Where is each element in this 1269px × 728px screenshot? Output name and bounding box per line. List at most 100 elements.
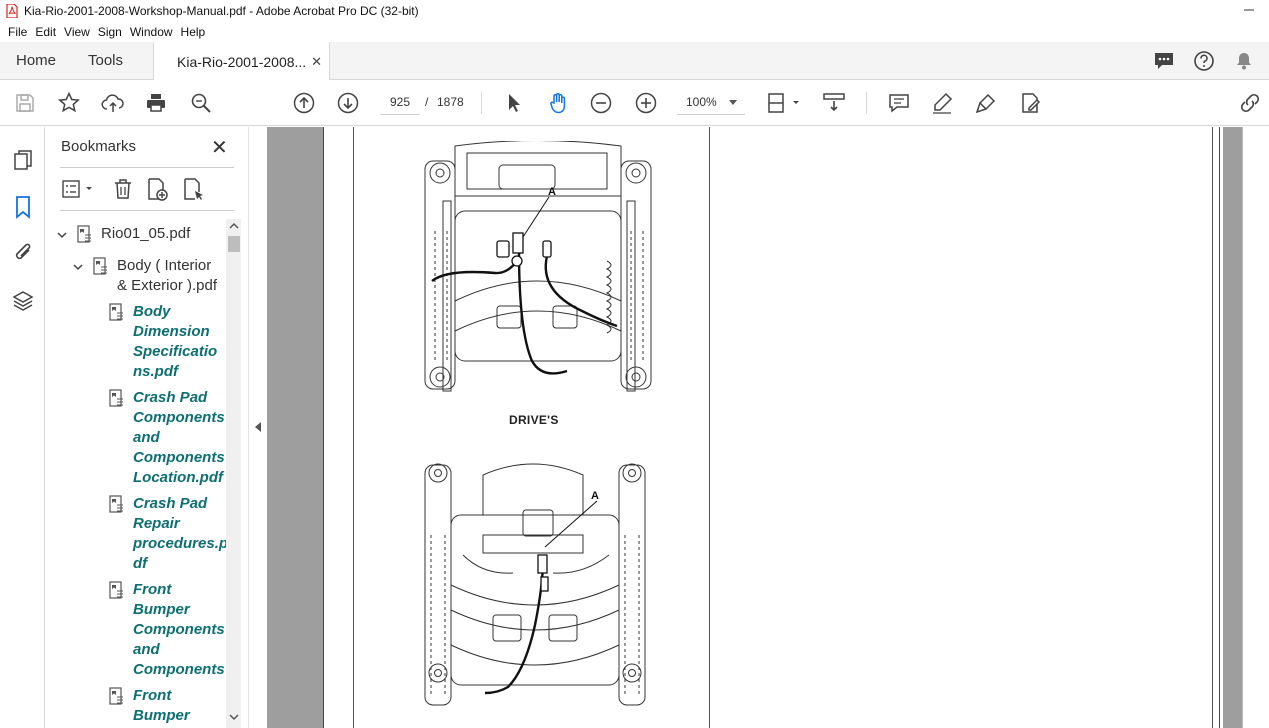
- menu-edit[interactable]: Edit: [31, 25, 60, 39]
- bookmark-node-icon: [109, 303, 123, 321]
- bookmarks-icon[interactable]: [11, 195, 35, 219]
- page-fit-icon[interactable]: [766, 91, 802, 115]
- bookmark-item-body[interactable]: Body ( Interior & Exterior ).pdf: [117, 256, 217, 296]
- zoom-search-icon[interactable]: [189, 91, 213, 115]
- bookmark-line: Crash Pad: [133, 495, 208, 512]
- layers-icon[interactable]: [11, 289, 35, 313]
- next-page-edge: [1242, 127, 1269, 728]
- bookmark-item-body-line2: & Exterior ).pdf: [117, 277, 218, 294]
- bookmark-item-front-bumper[interactable]: Front Bumper: [133, 686, 190, 726]
- notification-bell-icon[interactable]: [1233, 50, 1255, 72]
- page-border: [1219, 127, 1220, 728]
- delete-trash-icon[interactable]: [111, 177, 135, 201]
- menu-help[interactable]: Help: [177, 25, 210, 39]
- menu-sign[interactable]: Sign: [94, 25, 126, 39]
- table-rule: [709, 127, 710, 728]
- figure-caption: DRIVE'S: [509, 413, 559, 427]
- bookmark-node-icon: [109, 687, 123, 705]
- scroll-mode-icon[interactable]: [822, 91, 846, 115]
- scroll-up-arrow-icon[interactable]: [229, 221, 239, 231]
- bookmark-item-rio01[interactable]: Rio01_05.pdf: [101, 224, 190, 244]
- next-page-icon[interactable]: [336, 91, 360, 115]
- bookmark-node-icon: [109, 581, 123, 599]
- seat-frame-diagram-driver: A: [424, 141, 652, 392]
- page-number-input[interactable]: 925: [380, 90, 420, 115]
- acrobat-logo-icon: [6, 4, 18, 18]
- table-rule: [353, 127, 354, 728]
- bookmark-line: and: [133, 429, 160, 446]
- figure-callout-label: A: [548, 186, 556, 198]
- close-panel-icon[interactable]: ✕: [211, 135, 228, 160]
- menu-view[interactable]: View: [60, 25, 94, 39]
- chevron-down-icon[interactable]: [57, 230, 67, 240]
- hand-tool-icon[interactable]: [546, 91, 570, 115]
- bookmark-item-crash-pad-repair[interactable]: Crash Pad Repair procedures.p df: [133, 494, 228, 574]
- bookmark-item-body-dimension[interactable]: Body Dimension Specificatio ns.pdf: [133, 302, 217, 382]
- bookmark-options-icon[interactable]: [61, 177, 95, 201]
- tab-home[interactable]: Home: [16, 42, 56, 80]
- minimize-icon[interactable]: [1243, 4, 1255, 16]
- bookmark-line: and: [133, 641, 160, 658]
- page-thumbnails-icon[interactable]: [11, 148, 35, 172]
- zoom-in-icon[interactable]: [634, 91, 658, 115]
- comment-bubble-icon[interactable]: [1153, 50, 1175, 72]
- new-bookmark-icon[interactable]: [145, 177, 169, 201]
- select-cursor-icon[interactable]: [502, 91, 526, 115]
- upload-cloud-icon[interactable]: [101, 91, 125, 115]
- figure-callout-label: A: [591, 490, 599, 502]
- bookmark-line: Components: [133, 661, 225, 678]
- tab-tools[interactable]: Tools: [88, 42, 123, 80]
- zoom-out-icon[interactable]: [589, 91, 613, 115]
- bookmark-item-crash-pad-components[interactable]: Crash Pad Components and Components Loca…: [133, 388, 225, 488]
- chevron-down-icon: [729, 100, 737, 105]
- tabbar-right-icons: [1153, 50, 1255, 72]
- page-separator: /: [425, 95, 429, 109]
- zoom-level-value: 100%: [686, 95, 717, 109]
- document-viewport[interactable]: A DRIVE'S A: [267, 127, 1269, 728]
- bookmark-item-front-bumper-components[interactable]: Front Bumper Components and Components: [133, 580, 225, 680]
- tab-document[interactable]: Kia-Rio-2001-2008... ✕: [153, 42, 330, 81]
- bookmarks-panel: Bookmarks ✕ Rio01_05.pdf Body (Interior…: [45, 127, 248, 728]
- bookmark-line: Dimension: [133, 323, 210, 340]
- bookmarks-scrollbar[interactable]: [226, 219, 241, 728]
- menu-file[interactable]: File: [4, 25, 31, 39]
- panel-title: Bookmarks: [61, 138, 137, 155]
- sign-pen-icon[interactable]: [974, 91, 998, 115]
- bookmark-line: Components: [133, 621, 225, 638]
- bookmark-line: Components: [133, 449, 225, 466]
- bookmark-item-body-line1: Body ( Interior: [117, 257, 212, 274]
- bookmark-node-icon: [109, 495, 123, 513]
- edit-document-icon[interactable]: [1018, 91, 1042, 115]
- chevron-down-icon[interactable]: [73, 262, 83, 272]
- title-bar: Kia-Rio-2001-2008-Workshop-Manual.pdf - …: [0, 0, 1269, 22]
- bookmark-line: Bumper: [133, 707, 190, 724]
- bookmark-line: Location.pdf: [133, 469, 223, 486]
- bookmark-search-icon[interactable]: [181, 177, 205, 201]
- attachments-paperclip-icon[interactable]: [11, 241, 35, 265]
- bookmark-node-icon: [93, 257, 107, 275]
- pdf-page: A DRIVE'S A: [323, 127, 1223, 728]
- panel-divider: [60, 167, 234, 168]
- previous-page-icon[interactable]: [292, 91, 316, 115]
- print-icon[interactable]: [144, 91, 168, 115]
- zoom-level-dropdown[interactable]: 100%: [677, 90, 745, 115]
- highlight-pen-icon[interactable]: [930, 91, 954, 115]
- menu-window[interactable]: Window: [126, 25, 177, 39]
- bookmark-line: Front: [133, 581, 172, 598]
- bookmark-line: Crash Pad: [133, 389, 208, 406]
- scroll-down-arrow-icon[interactable]: [229, 712, 239, 722]
- document-gutter: [1225, 127, 1242, 728]
- toolbar-divider: [481, 92, 482, 114]
- scrollbar-thumb[interactable]: [228, 236, 240, 252]
- bookmark-line: procedures.p: [133, 535, 228, 552]
- bookmark-star-icon[interactable]: [57, 91, 81, 115]
- bookmark-line: Body: [133, 303, 171, 320]
- comment-icon[interactable]: [887, 91, 911, 115]
- help-icon[interactable]: [1193, 50, 1215, 72]
- collapse-panel-arrow-icon[interactable]: [255, 422, 261, 432]
- tab-bar: Home Tools Kia-Rio-2001-2008... ✕: [0, 42, 1269, 81]
- save-icon[interactable]: [13, 91, 37, 115]
- share-link-icon[interactable]: [1238, 91, 1262, 115]
- close-tab-icon[interactable]: ✕: [311, 54, 322, 70]
- window-title: Kia-Rio-2001-2008-Workshop-Manual.pdf - …: [24, 4, 419, 18]
